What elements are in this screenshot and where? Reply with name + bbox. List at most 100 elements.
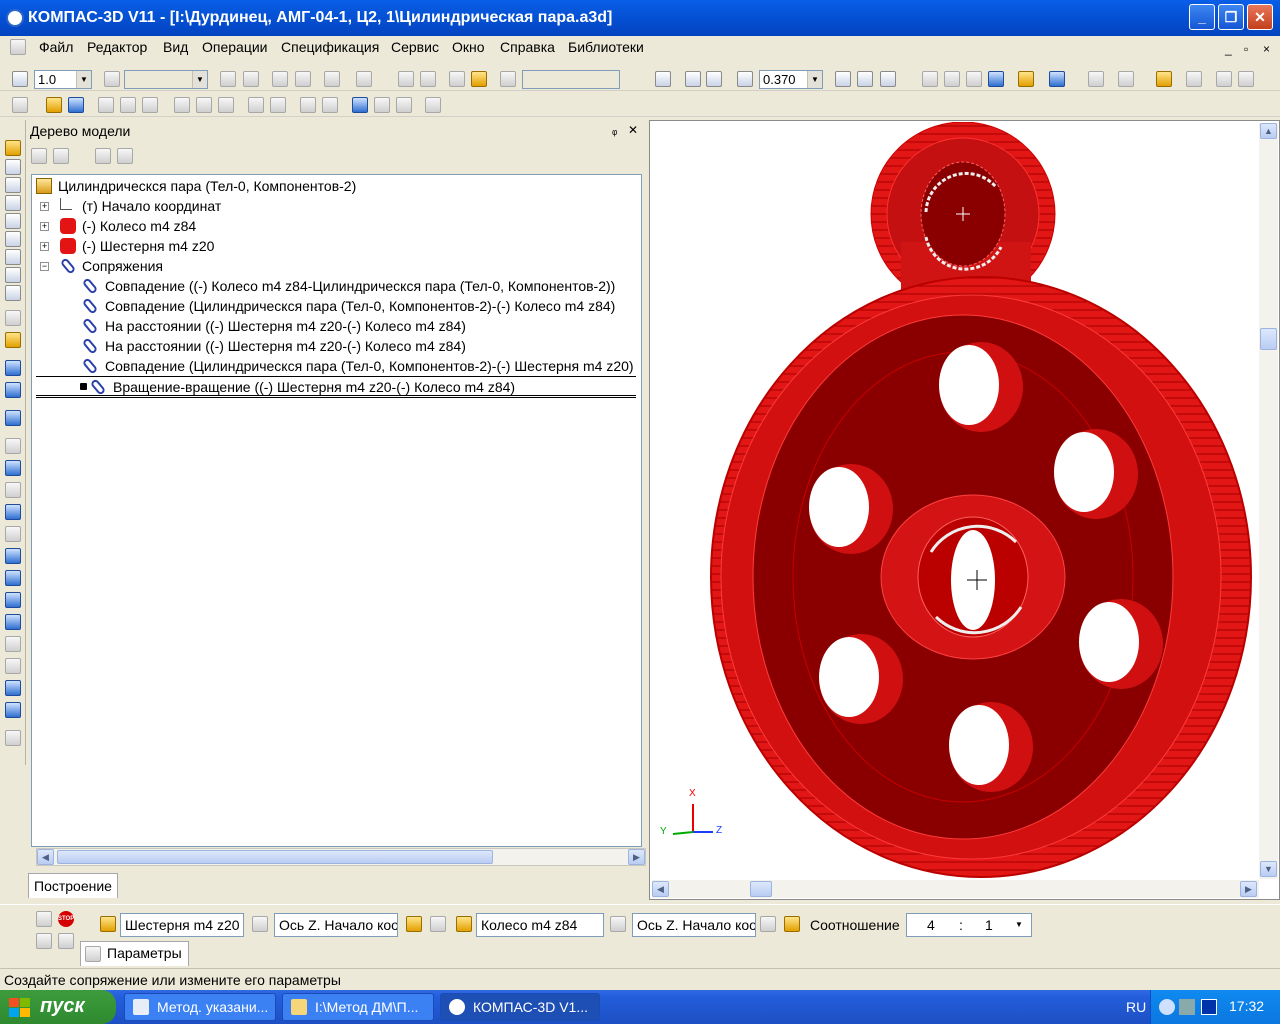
export-icon[interactable] [142,97,158,113]
pan-icon[interactable] [835,71,851,87]
tree-view-icon[interactable] [1216,71,1232,87]
cut-icon[interactable] [174,97,190,113]
menu-libraries[interactable]: Библиотеки [568,39,644,55]
shaded-icon[interactable] [988,71,1004,87]
help-pointer-icon[interactable] [425,97,441,113]
coord-icon[interactable] [420,71,436,87]
thin-lines-icon[interactable] [966,71,982,87]
scroll-down-icon[interactable]: ▼ [1260,861,1277,877]
tab-parameters[interactable]: Параметры [80,941,189,966]
direction-1-icon[interactable] [406,916,422,932]
zoom-combo[interactable]: 0.370 ▼ [759,70,823,89]
auto-create-icon[interactable] [36,933,52,949]
collapse-icon[interactable]: − [40,262,49,271]
mate-item-selected[interactable]: Вращение-вращение ((-) Шестерня m4 z20-(… [36,376,636,398]
chevron-down-icon[interactable]: ▼ [192,71,207,88]
tool-icon-15[interactable] [5,460,21,476]
axis-1-field[interactable]: Ось Z. Начало коо [274,913,398,937]
component-1-icon[interactable] [100,916,116,932]
orient-icon[interactable] [243,71,259,87]
layer-icon[interactable] [104,71,120,87]
mdi-restore-button[interactable]: ▫ [1244,42,1248,56]
kompas-app-icon[interactable] [6,9,24,27]
menu-operations[interactable]: Операции [202,39,268,55]
paste-icon[interactable] [218,97,234,113]
tool-icon-20[interactable] [5,570,21,586]
wireframe-icon[interactable] [922,71,938,87]
style-combo[interactable]: ▼ [124,70,208,89]
3d-viewport[interactable]: X Y Z ▲ ▼ ◀ ▶ [649,120,1280,900]
tool-icon-21[interactable] [5,592,21,608]
undo-icon[interactable] [300,97,316,113]
menu-help[interactable]: Справка [500,39,555,55]
tool-icon-10[interactable] [5,332,21,348]
flip-2-icon[interactable] [784,916,800,932]
apply-icon[interactable] [36,911,52,927]
shaded-edges-icon[interactable] [1018,71,1034,87]
tool-icon-27[interactable] [5,730,21,746]
tree-item-pinion[interactable]: + (-) Шестерня m4 z20 [40,236,440,256]
gear-model[interactable] [651,122,1258,878]
viewport-horizontal-scrollbar[interactable]: ◀ ▶ [652,880,1259,898]
windows-icon[interactable] [1238,71,1254,87]
angle-icon[interactable] [449,71,465,87]
print-icon[interactable] [98,97,114,113]
mate-item[interactable]: На расстоянии ((-) Шестерня m4 z20-(-) К… [81,336,642,356]
zoom-in-icon[interactable] [685,71,701,87]
edit-component-icon[interactable] [5,140,21,156]
new-document-icon[interactable] [12,97,28,113]
ortho-icon[interactable] [398,71,414,87]
grid-icon[interactable] [356,71,372,87]
orientation-icon[interactable] [880,71,896,87]
scroll-right-icon[interactable]: ▶ [1240,881,1257,897]
maximize-button[interactable]: ❐ [1218,4,1244,30]
tool-icon-3[interactable] [5,195,21,211]
menu-window[interactable]: Окно [452,39,485,55]
language-indicator[interactable]: RU [1126,999,1146,1015]
unlink-icon[interactable] [295,71,311,87]
local-cs-icon[interactable] [220,71,236,87]
expand-icon[interactable]: + [40,242,49,251]
tool-icon-8[interactable] [5,285,21,301]
format-icon[interactable] [248,97,264,113]
mate-item[interactable]: Совпадение (Цилиндрическся пара (Тел-0, … [81,356,642,376]
mdi-close-button[interactable]: × [1263,42,1270,56]
menu-edit[interactable]: Редактор [87,39,147,55]
redo-icon[interactable] [322,97,338,113]
properties-list-icon[interactable] [270,97,286,113]
tool-icon-4[interactable] [5,213,21,229]
tool-icon-16[interactable] [5,482,21,498]
axis-2-select-icon[interactable] [610,916,626,932]
expand-icon[interactable]: + [40,202,49,211]
tree-item-mates[interactable]: − Сопряжения [40,256,440,276]
scroll-right-icon[interactable]: ▶ [628,849,645,865]
tool-icon-17[interactable] [5,504,21,520]
tool-icon-6[interactable] [5,249,21,265]
highlight-icon[interactable] [1156,71,1172,87]
scrollbar-thumb[interactable] [1260,328,1277,350]
tree-filter-icon[interactable] [95,148,111,164]
scroll-left-icon[interactable]: ◀ [37,849,54,865]
zoom-window-icon[interactable] [655,71,671,87]
tool-icon-24[interactable] [5,658,21,674]
tool-icon-12[interactable] [5,382,21,398]
step-combo[interactable]: 1.0 ▼ [34,70,92,89]
tool-icon-23[interactable] [5,636,21,652]
minimize-button[interactable]: _ [1189,4,1215,30]
component-2-icon[interactable] [456,916,472,932]
rotate-icon[interactable] [857,71,873,87]
scrollbar-thumb[interactable] [57,850,493,864]
menu-specification[interactable]: Спецификация [281,39,379,55]
grid-snap-icon[interactable] [12,71,28,87]
mate-item[interactable]: Совпадение ((-) Колесо m4 z84-Цилиндриче… [81,276,642,296]
component-1-field[interactable]: Шестерня m4 z20 [120,913,244,937]
chevron-down-icon[interactable]: ▼ [1015,914,1023,936]
tool-icon-22[interactable] [5,614,21,630]
scrollbar-thumb[interactable] [750,881,772,897]
tray-arrow-icon[interactable] [1159,999,1175,1015]
hidden-lines-icon[interactable] [944,71,960,87]
tool-icon-26[interactable] [5,702,21,718]
tree-structure-icon[interactable] [31,148,47,164]
direction-2-icon[interactable] [760,916,776,932]
menu-service[interactable]: Сервис [391,39,439,55]
